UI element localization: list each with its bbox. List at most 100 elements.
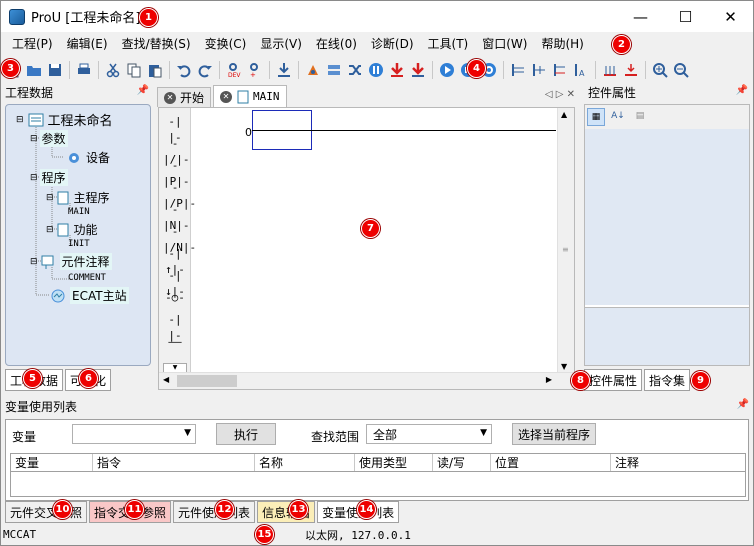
tree-params[interactable]: ⊟ 参数: [30, 130, 68, 147]
ladder-b-icon[interactable]: [529, 60, 549, 80]
chevron-down-icon[interactable]: ▼: [184, 428, 191, 438]
save-icon[interactable]: [45, 60, 65, 80]
run-icon[interactable]: [437, 60, 457, 80]
variable-combobox[interactable]: ▼: [72, 424, 196, 444]
convert-icon[interactable]: [324, 60, 344, 80]
redo-icon[interactable]: [195, 60, 215, 80]
palette-nc-contact[interactable]: -|/|-: [163, 136, 190, 166]
execute-button[interactable]: 执行: [216, 423, 276, 445]
variable-grid-body[interactable]: [10, 471, 746, 497]
palette-contact[interactable]: -| |-: [163, 312, 187, 342]
undo-icon[interactable]: [174, 60, 194, 80]
tab-element-cross-ref[interactable]: 元件交叉参照: [5, 501, 88, 523]
tree-root-label: 工程未命名: [47, 114, 113, 129]
tree-init-tag[interactable]: INIT: [68, 239, 90, 249]
col-name[interactable]: 名称: [255, 454, 355, 472]
menu-tools[interactable]: 工具(T): [421, 35, 476, 52]
scope-combobox[interactable]: 全部 ▼: [366, 424, 492, 444]
tree-device[interactable]: 设备: [66, 149, 110, 166]
copy-icon[interactable]: [124, 60, 144, 80]
variable-usage-header: 变量使用列表 📌: [1, 397, 753, 415]
dev-write-icon[interactable]: +: [245, 60, 265, 80]
tree-comment[interactable]: ⊟ 元件注释: [30, 253, 112, 270]
dev-read-icon[interactable]: DEV: [224, 60, 244, 80]
col-usage-type[interactable]: 使用类型: [355, 454, 433, 472]
pin-icon[interactable]: 📌: [737, 399, 749, 410]
tree-ecat[interactable]: ECAT主站: [50, 287, 129, 304]
pin-icon[interactable]: 📌: [137, 85, 149, 96]
categorized-icon[interactable]: ▦: [587, 108, 605, 126]
menu-diagnostics[interactable]: 诊断(D): [364, 35, 421, 52]
ladder-a-icon[interactable]: [508, 60, 528, 80]
ladder-c-icon[interactable]: [550, 60, 570, 80]
col-instruction[interactable]: 指令: [93, 454, 255, 472]
close-tab-icon[interactable]: ✕: [164, 91, 176, 104]
ladder-f-icon[interactable]: [621, 60, 641, 80]
cut-icon[interactable]: [103, 60, 123, 80]
col-variable[interactable]: 变量: [11, 454, 93, 472]
pin-icon[interactable]: 📌: [736, 85, 748, 96]
tree-function[interactable]: ⊟ 功能: [46, 221, 98, 238]
editor-hscrollbar[interactable]: ◀ ▶: [159, 372, 574, 389]
tree-root[interactable]: ⊟ 工程未命名: [16, 110, 113, 129]
maximize-button[interactable]: ☐: [663, 1, 708, 32]
tab-control-properties[interactable]: 控件属性: [584, 369, 643, 391]
ladder-d-icon[interactable]: A: [571, 60, 591, 80]
menu-help[interactable]: 帮助(H): [534, 35, 590, 52]
menu-window[interactable]: 窗口(W): [475, 35, 534, 52]
palette-rising-nc-contact[interactable]: -|/P|-: [163, 180, 196, 210]
arrow-down-icon[interactable]: [387, 60, 407, 80]
palette-line[interactable]: ——: [163, 334, 187, 350]
minimize-button[interactable]: —: [618, 1, 663, 32]
menu-convert[interactable]: 变换(C): [198, 35, 254, 52]
palette-fall-pulse[interactable]: -|↓|-: [163, 268, 187, 298]
palette-rise-pulse[interactable]: -|↑|-: [163, 246, 187, 276]
download-icon[interactable]: [274, 60, 294, 80]
menu-edit[interactable]: 编辑(E): [60, 35, 115, 52]
ladder-e-icon[interactable]: [600, 60, 620, 80]
tab-instruction-set[interactable]: 指令集: [644, 369, 691, 391]
open-icon[interactable]: [24, 60, 44, 80]
close-button[interactable]: ✕: [708, 1, 753, 32]
tab-element-usage-list[interactable]: 元件使用列表: [173, 501, 256, 523]
menu-project[interactable]: 工程(P): [5, 35, 60, 52]
zoom-out-icon[interactable]: [671, 60, 691, 80]
col-position[interactable]: 位置: [491, 454, 611, 472]
palette-no-contact[interactable]: -| |-: [163, 114, 187, 144]
zoom-in-icon[interactable]: [650, 60, 670, 80]
close-tab-icon[interactable]: ✕: [220, 90, 233, 103]
palette-rising-contact[interactable]: -|P|-: [163, 158, 190, 188]
editor-vscrollbar[interactable]: ▲ ≡ ▼: [557, 108, 574, 373]
compile-icon[interactable]: [303, 60, 323, 80]
tab-main[interactable]: ✕ MAIN: [213, 85, 287, 107]
hscroll-thumb[interactable]: [177, 375, 237, 387]
properties-header: 控件属性 📌: [584, 83, 752, 101]
tab-nav-icon[interactable]: ◁ ▷ ✕: [545, 89, 575, 100]
tab-start[interactable]: ✕ 开始: [157, 87, 212, 107]
ladder-editor[interactable]: -| |- -|/|- -|P|- -|/P|- -|N|- -|/N|- -|…: [158, 107, 575, 390]
paste-icon[interactable]: [145, 60, 165, 80]
pause-icon[interactable]: [366, 60, 386, 80]
tree-program[interactable]: ⊟ 程序: [30, 169, 68, 186]
property-pages-icon[interactable]: ▤: [631, 108, 649, 126]
tree-comment-tag[interactable]: COMMENT: [68, 273, 106, 283]
chevron-down-icon[interactable]: ▼: [480, 428, 487, 438]
tree-main-tag[interactable]: MAIN: [68, 207, 90, 217]
menu-online[interactable]: 在线(0): [309, 35, 364, 52]
menu-find-replace[interactable]: 查找/替换(S): [115, 35, 198, 52]
col-read-write[interactable]: 读/写: [433, 454, 491, 472]
tree-main-program[interactable]: ⊟ 主程序: [46, 189, 110, 206]
palette-falling-contact[interactable]: -|N|-: [163, 202, 190, 232]
variable-usage-title: 变量使用列表: [5, 399, 78, 414]
sort-az-icon[interactable]: A↓: [609, 108, 627, 126]
property-grid[interactable]: [585, 129, 749, 305]
cross-icon[interactable]: [345, 60, 365, 80]
select-current-program-button[interactable]: 选择当前程序: [512, 423, 596, 445]
palette-coil[interactable]: -○-: [163, 290, 187, 306]
col-comment[interactable]: 注释: [611, 454, 745, 472]
arrow-down-bar-icon[interactable]: [408, 60, 428, 80]
print-icon[interactable]: [74, 60, 94, 80]
menu-view[interactable]: 显示(V): [253, 35, 309, 52]
palette-falling-nc-contact[interactable]: -|/N|-: [163, 224, 196, 254]
tab-start-label: 开始: [180, 91, 205, 105]
